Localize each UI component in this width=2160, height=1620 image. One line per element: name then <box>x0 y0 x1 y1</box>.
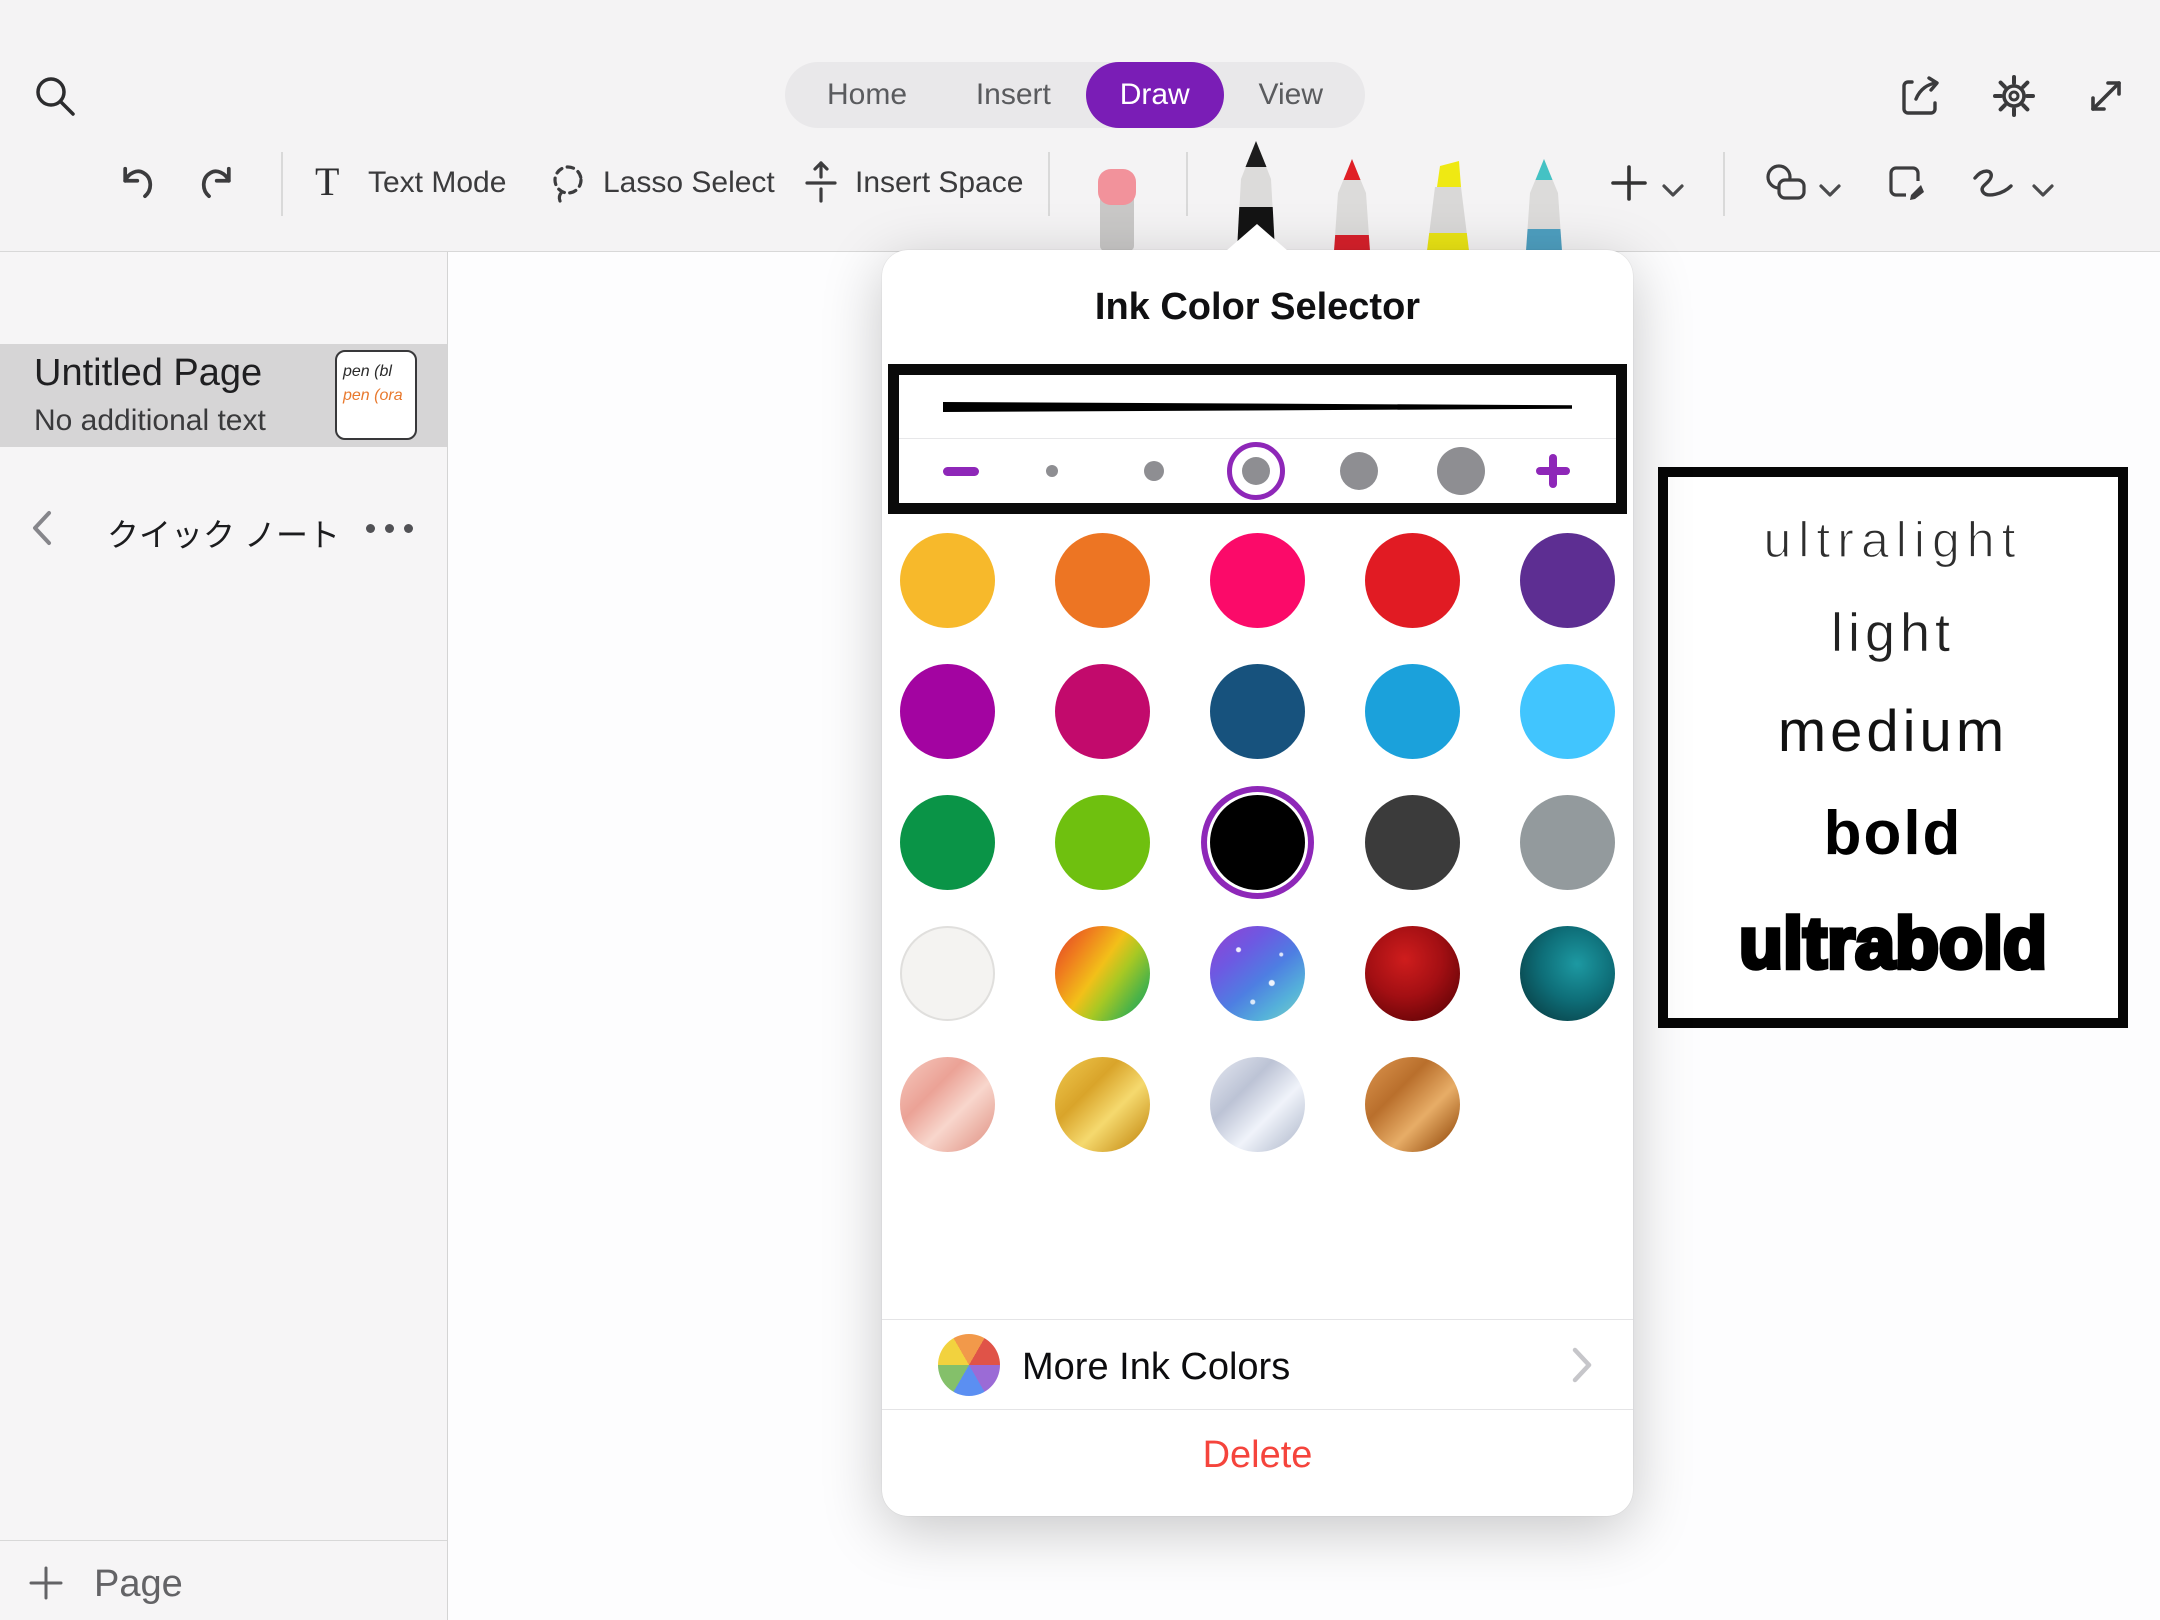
toolbar-divider <box>1723 152 1725 216</box>
swatch-galaxy[interactable] <box>1210 926 1305 1021</box>
search-icon[interactable] <box>31 72 79 120</box>
color-wheel-icon <box>938 1334 1000 1396</box>
delete-label: Delete <box>1203 1434 1313 1477</box>
top-bar: HomeInsertDrawView T Text Mode Lasso Sel… <box>0 0 2160 252</box>
ink-sample-ultralight: ultralight <box>1764 511 2023 569</box>
swatch-gray[interactable] <box>1520 795 1615 890</box>
tab-bar: HomeInsertDrawView <box>785 62 1365 128</box>
page-list-item-selected[interactable]: Untitled Page No additional text pen (bl… <box>0 344 447 447</box>
swatch-lime-green[interactable] <box>1055 795 1150 890</box>
notebook-title: クイック ノート <box>0 510 447 556</box>
highlighter-yellow[interactable] <box>1418 159 1478 251</box>
undo-icon[interactable] <box>112 161 156 205</box>
size-dot-5[interactable] <box>1432 442 1490 500</box>
delete-pen-button[interactable]: Delete <box>882 1409 1633 1516</box>
popup-caret <box>1226 224 1288 251</box>
swatch-ocean[interactable] <box>1520 926 1615 1021</box>
ink-to-shape-icon[interactable] <box>1884 161 1928 205</box>
page-subtitle: No additional text <box>34 404 266 438</box>
swatch-raspberry[interactable] <box>1055 664 1150 759</box>
swatch-ruby[interactable] <box>1365 926 1460 1021</box>
ink-sample-bold: bold <box>1824 798 1963 869</box>
settings-gear-icon[interactable] <box>1991 73 2037 119</box>
stroke-size-row <box>899 439 1616 503</box>
pen-red[interactable] <box>1323 157 1381 251</box>
size-dot-4[interactable] <box>1330 442 1388 500</box>
swatch-purple[interactable] <box>1520 533 1615 628</box>
page-thumbnail: pen (blpen (ora <box>335 350 417 440</box>
swatch-gold[interactable] <box>1055 1057 1150 1152</box>
swatch-grid <box>900 533 1615 1152</box>
expand-icon[interactable] <box>2083 73 2129 119</box>
redo-icon[interactable] <box>198 161 242 205</box>
ink-color-selector-popup: Ink Color Selector More Ink Colors Delet… <box>882 250 1633 1516</box>
swatch-bronze[interactable] <box>1365 1057 1460 1152</box>
swatch-red[interactable] <box>1365 533 1460 628</box>
popup-title: Ink Color Selector <box>882 286 1633 329</box>
insert-space-icon[interactable] <box>800 159 842 205</box>
tab-home[interactable]: Home <box>793 62 941 128</box>
lasso-select-icon[interactable] <box>546 161 590 205</box>
page-title: Untitled Page <box>34 352 262 395</box>
stroke-size-selector-frame <box>888 364 1627 514</box>
page-list-sidebar: クイック ノート Untitled Page No additional tex… <box>0 252 448 1620</box>
more-options-icon[interactable] <box>366 524 413 533</box>
ink-sample-medium: medium <box>1778 698 2008 765</box>
thumbnail-ink-text: pen (bl <box>343 360 415 384</box>
tab-insert[interactable]: Insert <box>942 62 1085 128</box>
swatch-dark-blue[interactable] <box>1210 664 1305 759</box>
pen-teal[interactable] <box>1515 157 1573 251</box>
toolbar-divider <box>1186 152 1188 216</box>
text-mode-label[interactable]: Text Mode <box>368 168 506 198</box>
chevron-down-icon[interactable] <box>1660 181 1686 199</box>
swatch-dark-gray[interactable] <box>1365 795 1460 890</box>
decrease-size-button[interactable] <box>943 467 979 476</box>
add-pen-icon[interactable] <box>1609 163 1649 203</box>
add-page-label: Page <box>94 1563 183 1606</box>
swatch-yellow[interactable] <box>900 533 995 628</box>
swatch-violet[interactable] <box>900 664 995 759</box>
toolbar-divider <box>1048 152 1050 216</box>
swatch-silver[interactable] <box>1210 1057 1305 1152</box>
add-page-button[interactable]: Page <box>0 1540 447 1620</box>
ink-replay-icon[interactable] <box>1969 166 2017 202</box>
swatch-white[interactable] <box>900 926 995 1021</box>
swatch-pink[interactable] <box>1210 533 1305 628</box>
tab-draw[interactable]: Draw <box>1086 62 1224 128</box>
ink-sample-ultrabold: ultrabold <box>1739 903 2047 985</box>
lasso-select-label[interactable]: Lasso Select <box>603 168 775 198</box>
swatch-black[interactable] <box>1210 795 1305 890</box>
more-ink-colors-label: More Ink Colors <box>1022 1346 1290 1389</box>
text-mode-icon[interactable]: T <box>315 158 339 205</box>
increase-size-button[interactable] <box>1534 452 1572 490</box>
stroke-width-preview <box>943 402 1572 412</box>
swatch-orange[interactable] <box>1055 533 1150 628</box>
plus-icon <box>28 1565 64 1601</box>
eraser-tool[interactable] <box>1091 165 1143 251</box>
chevron-down-icon[interactable] <box>2030 181 2056 199</box>
insert-space-label[interactable]: Insert Space <box>855 168 1023 198</box>
swatch-rose-gold[interactable] <box>900 1057 995 1152</box>
swatch-sky-blue[interactable] <box>1520 664 1615 759</box>
swatch-green[interactable] <box>900 795 995 890</box>
size-dot-3[interactable] <box>1227 442 1285 500</box>
ink-sample-light: light <box>1831 602 1955 664</box>
swatch-rainbow-glitter[interactable] <box>1055 926 1150 1021</box>
weight-sample-box: ultralight light medium bold ultrabold <box>1658 467 2128 1028</box>
tab-view[interactable]: View <box>1225 62 1357 128</box>
chevron-right-icon <box>1571 1346 1593 1384</box>
size-dot-2[interactable] <box>1125 442 1183 500</box>
chevron-down-icon[interactable] <box>1817 181 1843 199</box>
thumbnail-ink-text: pen (ora <box>343 384 415 408</box>
size-dot-1[interactable] <box>1023 442 1081 500</box>
swatch-blue[interactable] <box>1365 664 1460 759</box>
toolbar-divider <box>281 152 283 216</box>
more-ink-colors-row[interactable]: More Ink Colors <box>882 1319 1633 1409</box>
share-icon[interactable] <box>1898 73 1944 119</box>
shapes-icon[interactable] <box>1762 161 1810 205</box>
